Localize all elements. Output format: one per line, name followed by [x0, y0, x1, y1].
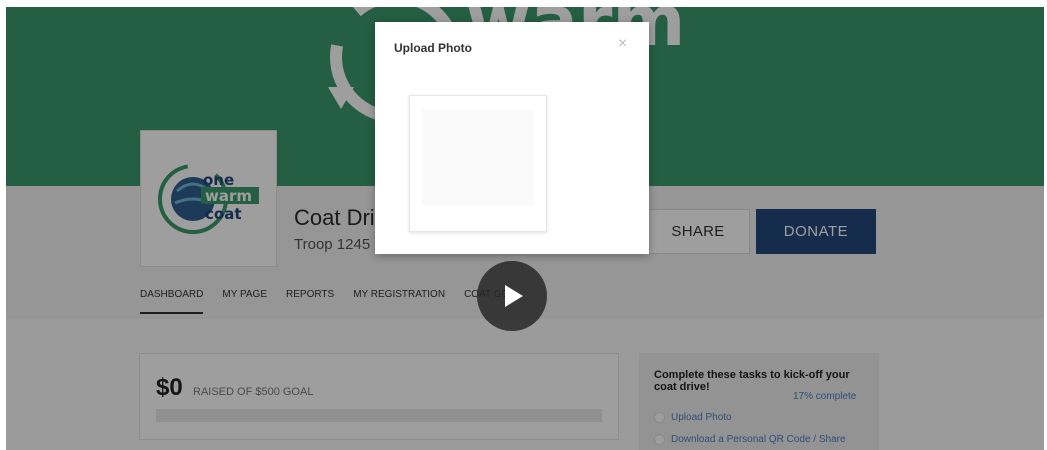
photo-preview	[422, 110, 534, 206]
page: warm one warm coat Coat Dri Troop 1245 S…	[6, 7, 1044, 450]
video-play-button[interactable]	[477, 261, 547, 331]
play-icon	[505, 285, 523, 307]
modal-title: Upload Photo	[394, 41, 472, 55]
photo-upload-area[interactable]	[409, 95, 547, 232]
close-icon[interactable]: ×	[618, 36, 627, 52]
upload-photo-modal: Upload Photo ×	[375, 22, 649, 254]
